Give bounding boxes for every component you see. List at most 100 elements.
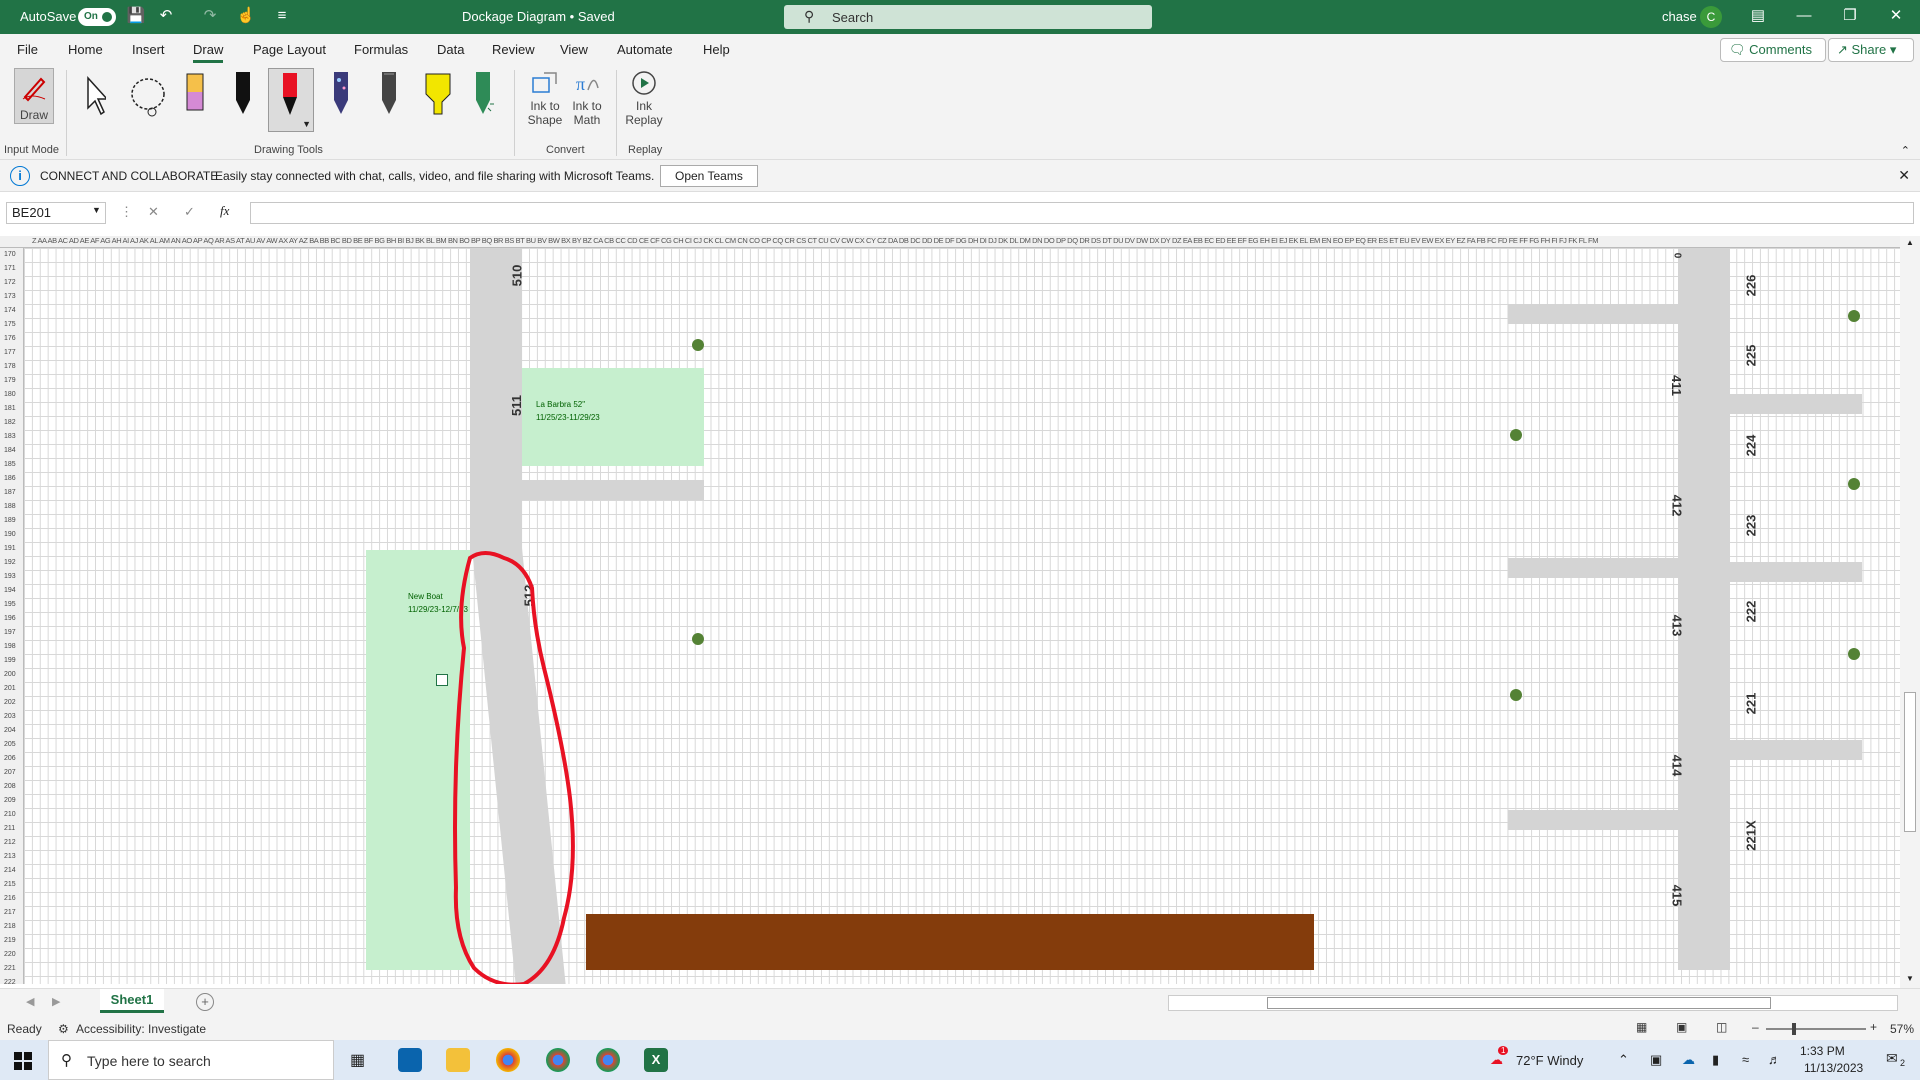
row-header[interactable]: 188 [0,500,23,514]
action-pen-icon[interactable] [472,70,494,118]
close-message-icon[interactable]: ✕ [1898,167,1910,184]
excel-icon[interactable]: X [644,1048,668,1072]
accessibility-status[interactable]: Accessibility: Investigate [76,1022,206,1036]
row-header[interactable]: 195 [0,598,23,612]
prev-sheet-icon[interactable]: ◀ [26,995,34,1008]
clock-date[interactable]: 11/13/2023 [1804,1061,1863,1075]
tab-automate[interactable]: Automate [617,42,673,57]
row-header[interactable]: 206 [0,752,23,766]
tab-formulas[interactable]: Formulas [354,42,408,57]
cancel-icon[interactable]: ✕ [148,204,159,220]
row-header[interactable]: 196 [0,612,23,626]
row-header[interactable]: 210 [0,808,23,822]
draw-mode-button[interactable]: Draw [14,68,54,124]
minimize-icon[interactable]: — [1794,6,1814,26]
vertical-scroll-thumb[interactable] [1904,692,1916,832]
row-header[interactable]: 194 [0,584,23,598]
collapse-ribbon-icon[interactable]: ⌃ [1901,144,1910,157]
save-icon[interactable]: 💾 [126,6,146,26]
row-header[interactable]: 179 [0,374,23,388]
pen-black-icon[interactable] [232,70,254,118]
horizontal-scrollbar[interactable] [1168,995,1898,1011]
pen-red-selected[interactable]: ▼ [268,68,314,132]
row-header[interactable]: 203 [0,710,23,724]
sheet-tab-sheet1[interactable]: Sheet1 [100,989,164,1013]
redo-icon[interactable]: ↷ [200,6,220,26]
row-header[interactable]: 170 [0,248,23,262]
eraser-icon[interactable] [184,70,206,118]
row-header[interactable]: 192 [0,556,23,570]
search-box[interactable]: ⚲ Search [784,5,1152,29]
scroll-up-icon[interactable]: ▲ [1906,238,1914,247]
row-header[interactable]: 189 [0,514,23,528]
open-teams-button[interactable]: Open Teams [660,165,758,187]
avatar[interactable]: C [1700,6,1722,28]
row-header[interactable]: 219 [0,934,23,948]
zoom-out-icon[interactable]: – [1752,1020,1759,1034]
insert-function-icon[interactable]: fx [220,203,229,219]
name-box[interactable]: BE201 [6,202,106,224]
row-header[interactable]: 183 [0,430,23,444]
notifications-icon[interactable]: ✉ [1886,1050,1898,1067]
row-header[interactable]: 184 [0,444,23,458]
row-header[interactable]: 181 [0,402,23,416]
row-header[interactable]: 197 [0,626,23,640]
tab-file[interactable]: File [17,42,38,57]
row-header[interactable]: 211 [0,822,23,836]
row-header[interactable]: 171 [0,262,23,276]
row-header[interactable]: 174 [0,304,23,318]
restore-icon[interactable]: ❐ [1840,6,1860,26]
mail-app-icon[interactable] [398,1048,422,1072]
horizontal-scroll-thumb[interactable] [1267,997,1771,1009]
onedrive-icon[interactable]: ☁ [1682,1052,1695,1068]
row-headers[interactable]: 170 171 172 173 174 175 176 177 178 179 180 181 182 1… [0,248,24,984]
row-header[interactable]: 178 [0,360,23,374]
task-view-icon[interactable]: ▦ [350,1050,365,1070]
customize-qat-icon[interactable]: ≡ [272,6,292,26]
formula-input[interactable] [250,202,1914,224]
row-header[interactable]: 218 [0,920,23,934]
zoom-level[interactable]: 57% [1890,1022,1914,1036]
tab-data[interactable]: Data [437,42,464,57]
row-header[interactable]: 177 [0,346,23,360]
row-header[interactable]: 208 [0,780,23,794]
row-header[interactable]: 213 [0,850,23,864]
battery-icon[interactable]: ▮ [1712,1052,1719,1068]
wifi-icon[interactable]: ≈ [1742,1052,1749,1067]
ink-to-math-button[interactable]: π Ink to Math [566,70,608,127]
namebox-dropdown-icon[interactable]: ▼ [92,205,101,215]
row-header[interactable]: 214 [0,864,23,878]
row-header[interactable]: 173 [0,290,23,304]
chevron-down-icon[interactable]: ▼ [302,119,311,129]
row-header[interactable]: 220 [0,948,23,962]
row-header[interactable]: 200 [0,668,23,682]
tray-chevron-icon[interactable]: ⌃ [1618,1052,1629,1068]
row-header[interactable]: 190 [0,528,23,542]
tab-help[interactable]: Help [703,42,730,57]
zoom-slider-thumb[interactable] [1792,1023,1796,1035]
chrome-profile-2-icon[interactable] [596,1048,620,1072]
close-icon[interactable]: ✕ [1886,6,1906,26]
row-header[interactable]: 202 [0,696,23,710]
tab-draw[interactable]: Draw [193,42,224,63]
highlighter-yellow-icon[interactable] [424,70,452,118]
touch-mode-icon[interactable]: ☝ [236,6,256,26]
row-header[interactable]: 207 [0,766,23,780]
enter-icon[interactable]: ✓ [184,204,195,220]
row-header[interactable]: 221 [0,962,23,976]
row-header[interactable]: 176 [0,332,23,346]
row-header[interactable]: 198 [0,640,23,654]
row-header[interactable]: 216 [0,892,23,906]
ink-replay-button[interactable]: Ink Replay [622,70,666,127]
clock-time[interactable]: 1:33 PM [1800,1044,1845,1058]
file-explorer-icon[interactable] [446,1048,470,1072]
row-header[interactable]: 191 [0,542,23,556]
row-header[interactable]: 182 [0,416,23,430]
row-header[interactable]: 172 [0,276,23,290]
comments-button[interactable]: 🗨 Comments [1720,38,1826,62]
row-header[interactable]: 185 [0,458,23,472]
row-header[interactable]: 201 [0,682,23,696]
windows-start-icon[interactable] [14,1052,32,1070]
select-objects-icon[interactable] [84,74,106,122]
tab-page-layout[interactable]: Page Layout [253,42,326,57]
